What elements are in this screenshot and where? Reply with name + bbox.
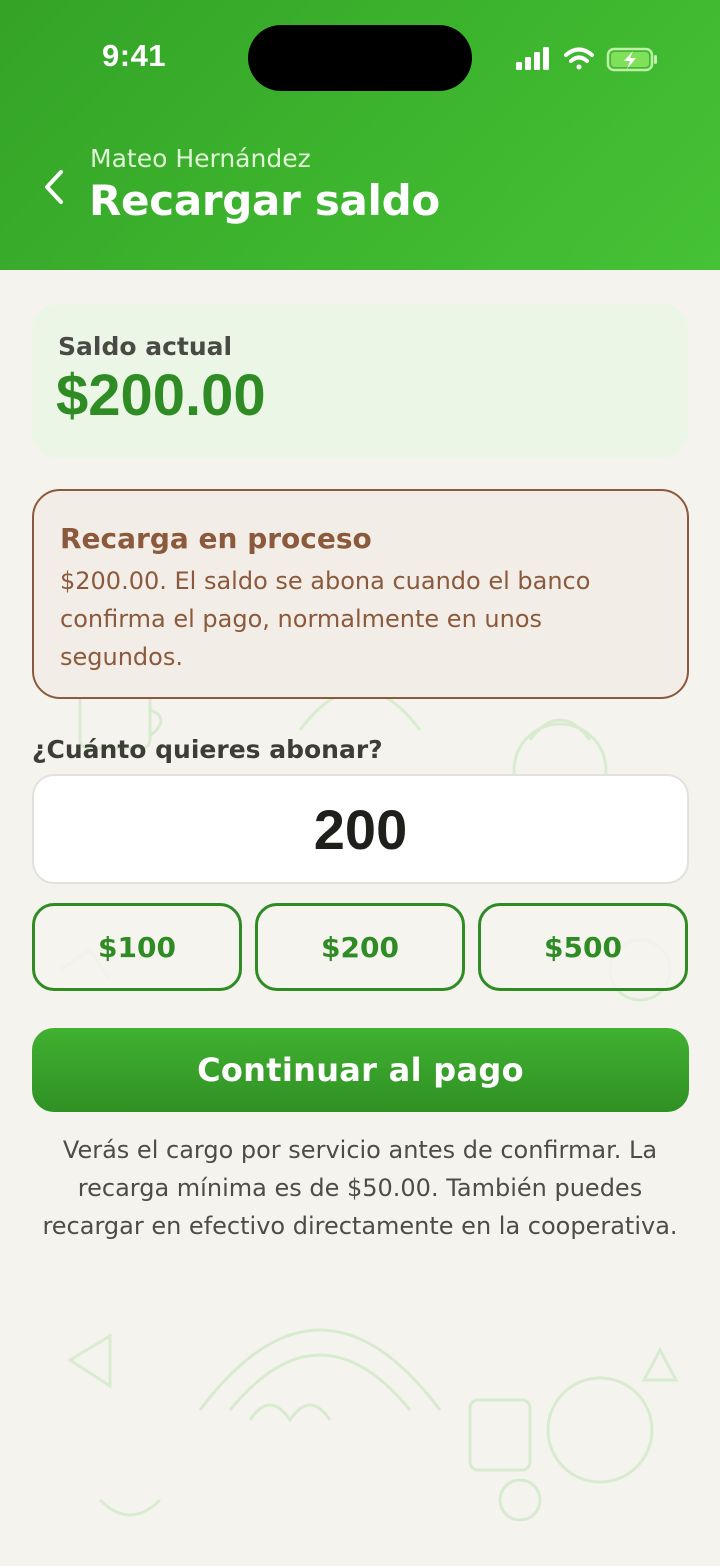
- dynamic-island: [248, 25, 472, 91]
- service-fee-note: Verás el cargo por servicio antes de con…: [42, 1136, 678, 1240]
- back-button[interactable]: [34, 164, 74, 210]
- alert-body: $200.00. El saldo se abona cuando el ban…: [60, 567, 591, 671]
- chevron-left-icon: [45, 170, 63, 204]
- alert-title: Recarga en proceso: [60, 522, 372, 555]
- quick-amount-500-button[interactable]: $500: [478, 903, 688, 991]
- wifi-icon: [564, 47, 594, 70]
- app-header: 9:41 Mateo Hernández Recargar saldo: [0, 0, 720, 270]
- pending-recharge-alert: Recarga en proceso $200.00. El saldo se …: [32, 489, 689, 699]
- amount-label: ¿Cuánto quieres abonar?: [32, 735, 383, 764]
- balance-value: $200.00: [56, 363, 266, 428]
- amount-input[interactable]: [32, 774, 689, 884]
- account-name: Mateo Hernández: [90, 144, 311, 173]
- status-time: 9:41: [102, 38, 167, 73]
- page-title: Recargar saldo: [89, 176, 440, 225]
- balance-card: Saldo actual $200.00: [32, 304, 688, 458]
- signal-icon: [516, 47, 549, 70]
- battery-charging-icon: [606, 47, 657, 72]
- continue-to-payment-button[interactable]: Continuar al pago: [32, 1028, 689, 1112]
- status-icons: [516, 47, 657, 72]
- balance-label: Saldo actual: [58, 332, 233, 361]
- quick-amount-100-button[interactable]: $100: [32, 903, 242, 991]
- quick-amount-200-button[interactable]: $200: [255, 903, 465, 991]
